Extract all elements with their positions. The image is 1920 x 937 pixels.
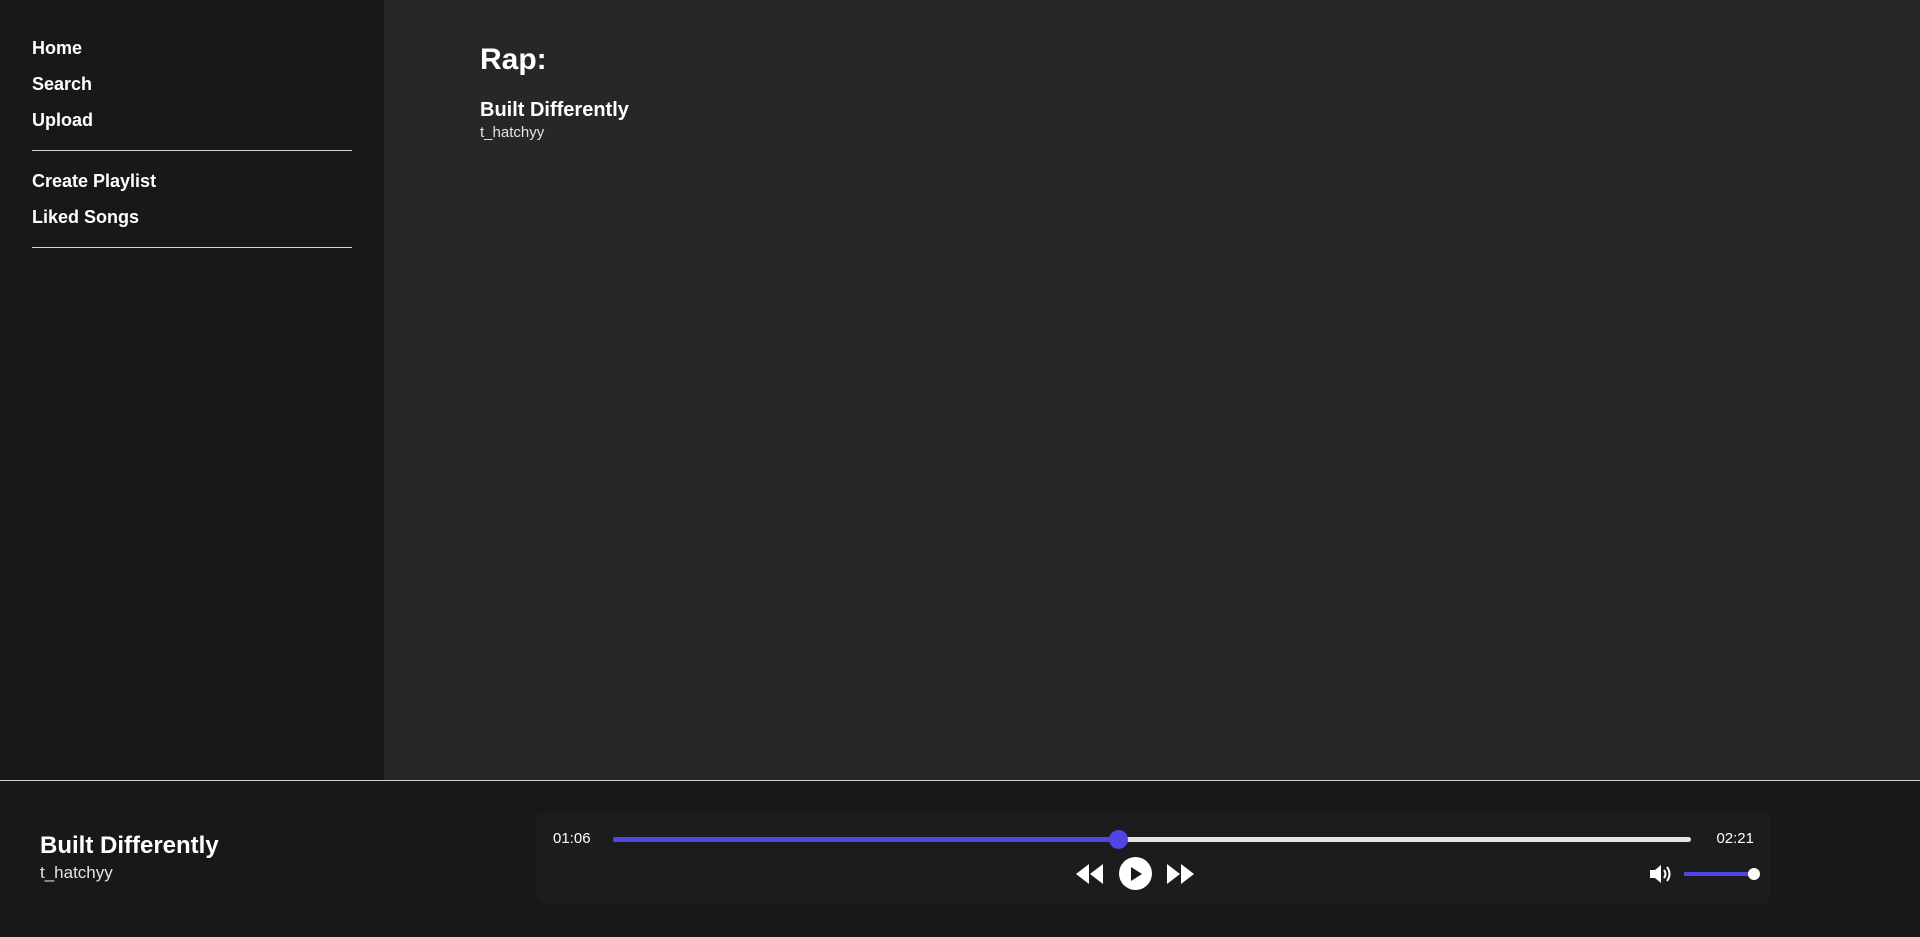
- progress-thumb[interactable]: [1108, 830, 1128, 849]
- main-content: Rap: Built Differently t_hatchyy: [384, 0, 1920, 780]
- rewind-icon: [1076, 864, 1103, 884]
- fast-forward-button[interactable]: [1165, 862, 1195, 886]
- now-playing-title: Built Differently: [40, 832, 219, 859]
- sidebar-item-liked-songs[interactable]: Liked Songs: [32, 199, 352, 235]
- now-playing-artist: t_hatchyy: [40, 863, 113, 882]
- player-bar: Built Differently t_hatchyy 01:06 02:21: [0, 780, 1920, 937]
- play-button[interactable]: [1119, 857, 1152, 890]
- progress-slider[interactable]: [613, 830, 1691, 849]
- sidebar-item-search[interactable]: Search: [32, 66, 352, 102]
- nav-primary: Home Search Upload: [32, 30, 352, 138]
- play-icon: [1130, 866, 1142, 881]
- progress-fill: [613, 837, 1118, 842]
- sidebar-item-create-playlist[interactable]: Create Playlist: [32, 163, 352, 199]
- current-time: 01:06: [553, 830, 591, 847]
- volume-fill: [1684, 872, 1754, 876]
- app-window: Home Search Upload Create Playlist Liked…: [0, 0, 1920, 937]
- rewind-button[interactable]: [1075, 862, 1105, 886]
- sidebar: Home Search Upload Create Playlist Liked…: [0, 0, 384, 780]
- sidebar-divider: [32, 247, 352, 248]
- total-time: 02:21: [1716, 830, 1754, 847]
- volume-button[interactable]: [1649, 863, 1673, 885]
- list-item[interactable]: Built Differently t_hatchyy: [480, 98, 1824, 144]
- sidebar-item-upload[interactable]: Upload: [32, 102, 352, 138]
- player-controls: 01:06 02:21: [537, 813, 1770, 903]
- now-playing: Built Differently t_hatchyy: [40, 831, 219, 885]
- sidebar-item-home[interactable]: Home: [32, 30, 352, 66]
- sidebar-divider: [32, 150, 352, 151]
- volume-slider[interactable]: [1684, 868, 1760, 880]
- fast-forward-icon: [1167, 864, 1194, 884]
- page-title: Rap:: [480, 43, 547, 76]
- song-artist: t_hatchyy: [480, 124, 545, 141]
- nav-secondary: Create Playlist Liked Songs: [32, 163, 352, 235]
- volume-thumb[interactable]: [1748, 868, 1760, 880]
- volume-icon: [1650, 865, 1671, 883]
- song-title: Built Differently: [480, 99, 629, 121]
